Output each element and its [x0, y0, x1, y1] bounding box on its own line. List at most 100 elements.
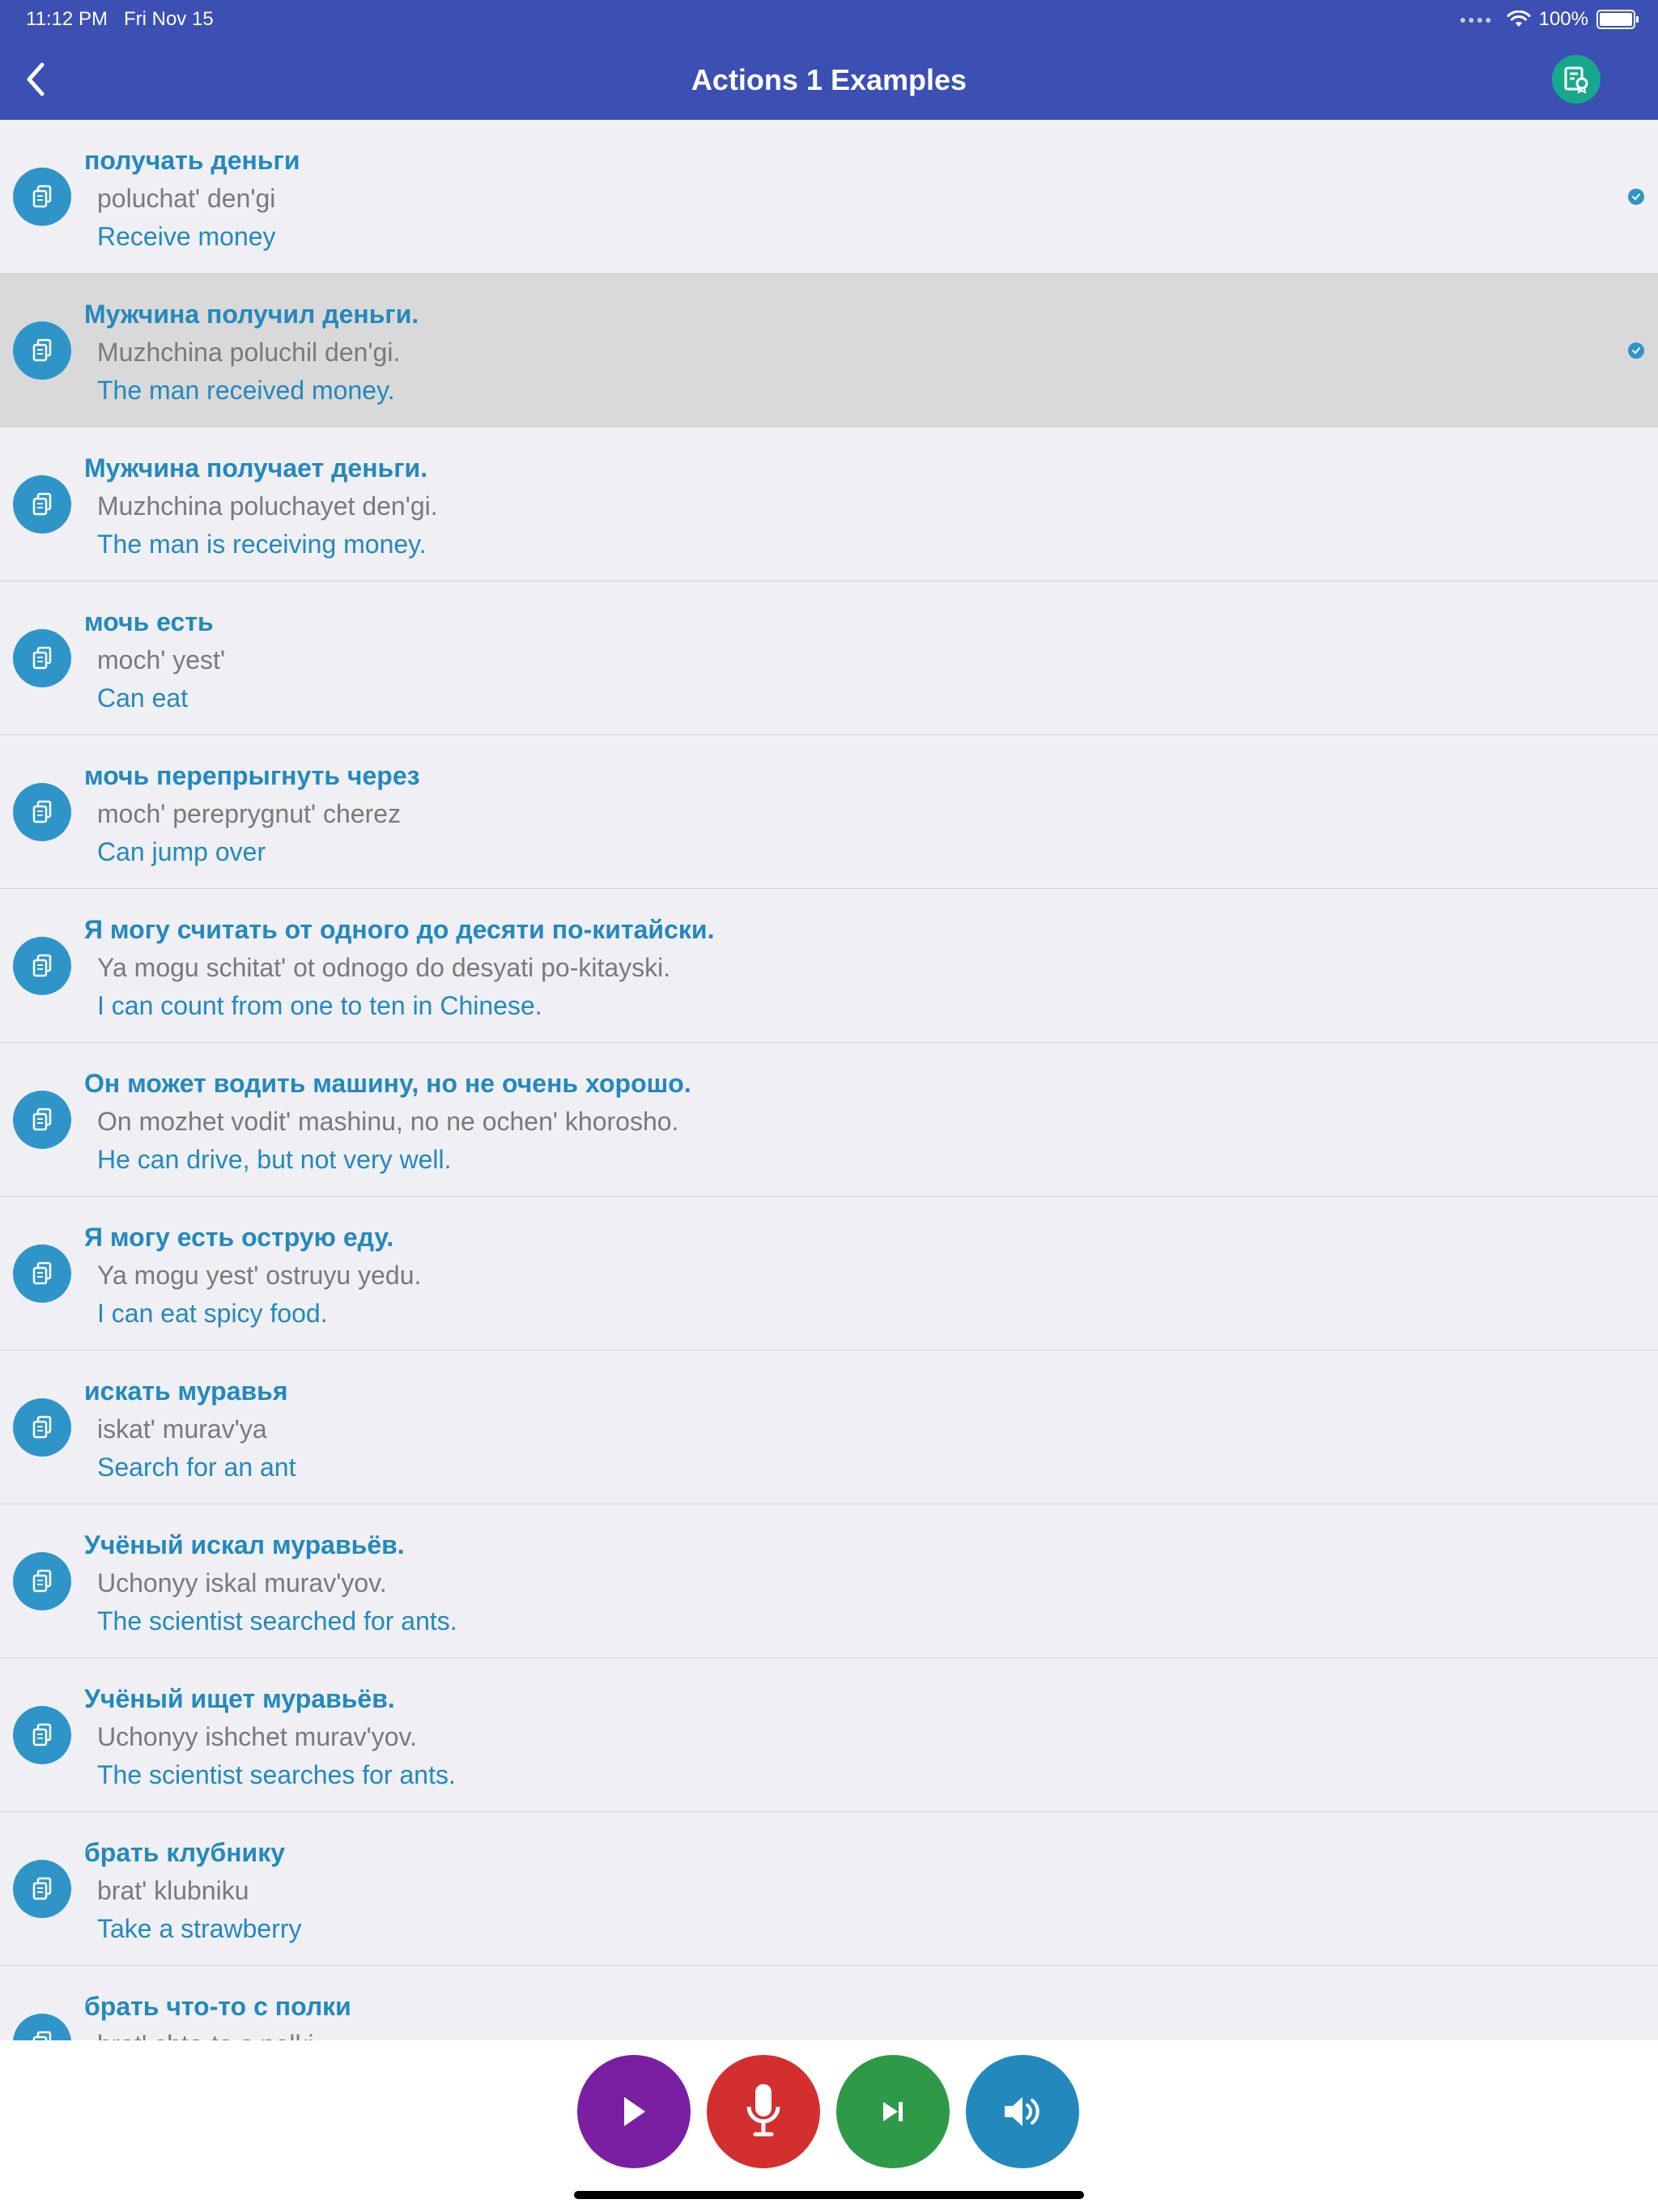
- list-item[interactable]: Мужчина получает деньги. Muzhchina poluch…: [0, 428, 1658, 581]
- certificate-icon: [1564, 66, 1588, 94]
- english-translation: I can count from one to ten in Chinese.: [97, 991, 542, 1020]
- russian-text: Учёный искал муравьёв.: [84, 1530, 405, 1559]
- transliteration-text: Muzhchina poluchayet den'gi.: [97, 491, 438, 521]
- english-translation: Receive money: [97, 222, 276, 251]
- copy-icon: [32, 185, 52, 207]
- copy-icon: [32, 800, 52, 823]
- skip-next-icon: [883, 2102, 903, 2121]
- checkmark-icon: [1632, 347, 1640, 354]
- list-item[interactable]: брать клубнику brat' klubniku Take a straw…: [0, 1812, 1658, 1966]
- transliteration-text: moch' pereprygnut' cherez: [97, 799, 402, 828]
- list-item[interactable]: искать муравья iskat' murav'ya Search for …: [0, 1351, 1658, 1504]
- list-item[interactable]: Я могу считать от одного до десяти по-ки…: [0, 889, 1658, 1043]
- wifi-icon: [1507, 11, 1531, 27]
- copy-icon: [32, 1723, 52, 1746]
- english-translation: Take a strawberry: [97, 1914, 302, 1943]
- english-translation: The man is receiving money.: [97, 530, 427, 559]
- copy-button[interactable]: [13, 628, 71, 687]
- copy-icon: [32, 954, 52, 976]
- russian-text: получать деньги: [84, 146, 300, 175]
- transliteration-text: Ya mogu schitat' ot odnogo do desyati po…: [97, 953, 671, 982]
- copy-icon: [32, 1569, 52, 1592]
- home-indicator: [574, 2191, 1084, 2199]
- copy-icon: [32, 1877, 52, 1899]
- copy-button[interactable]: [13, 321, 71, 380]
- status-date: Fri Nov 15: [123, 8, 214, 30]
- battery-icon: [1596, 10, 1639, 29]
- russian-text: Я могу считать от одного до десяти по-ки…: [84, 915, 715, 944]
- copy-button[interactable]: [13, 2013, 71, 2040]
- transliteration-text: Uchonyy iskal murav'yov.: [97, 1568, 387, 1597]
- completed-check: [1628, 342, 1644, 359]
- certificate-button[interactable]: [1552, 55, 1601, 104]
- status-clock: 11:12 PM: [26, 8, 108, 30]
- copy-icon: [32, 1261, 52, 1284]
- russian-text: Я могу есть острую еду.: [84, 1223, 394, 1252]
- microphone-icon: [746, 2084, 780, 2137]
- copy-icon: [32, 1108, 52, 1130]
- copy-button[interactable]: [13, 1090, 71, 1149]
- transliteration-text: Muzhchina poluchil den'gi.: [97, 338, 401, 367]
- copy-icon: [32, 2031, 52, 2040]
- copy-button[interactable]: [13, 1705, 71, 1764]
- english-translation: Search for an ant: [97, 1453, 296, 1482]
- copy-button[interactable]: [13, 782, 71, 841]
- checkmark-icon: [1632, 193, 1640, 200]
- russian-text: Мужчина получил деньги.: [84, 300, 419, 329]
- page-title: Actions 1 Examples: [691, 63, 967, 96]
- copy-button[interactable]: [13, 474, 71, 534]
- copy-button[interactable]: [13, 1551, 71, 1610]
- list-item[interactable]: Он может водить машину, но не очень хоро…: [0, 1043, 1658, 1197]
- navigation-bar: Actions 1 Examples: [0, 39, 1658, 120]
- playback-controls: [0, 2040, 1658, 2212]
- transliteration-text: Ya mogu yest' ostruyu yedu.: [97, 1261, 422, 1290]
- transliteration-text: iskat' murav'ya: [97, 1414, 267, 1444]
- russian-text: Мужчина получает деньги.: [84, 453, 428, 483]
- play-icon: [624, 2097, 645, 2126]
- play-button[interactable]: [577, 2055, 691, 2168]
- list-item[interactable]: мочь есть moch' yest' Can eat: [0, 581, 1658, 735]
- russian-text: Учёный ищет муравьёв.: [84, 1684, 395, 1713]
- speaker-button[interactable]: [966, 2055, 1079, 2168]
- copy-icon: [32, 338, 52, 361]
- transliteration-text: Uchonyy ishchet murav'yov.: [97, 1722, 417, 1751]
- signal-dots-icon: ●●●●: [1459, 13, 1494, 26]
- list-item[interactable]: Учёный ищет муравьёв. Uchonyy ishchet mur…: [0, 1658, 1658, 1812]
- copy-icon: [32, 492, 52, 515]
- list-item[interactable]: брать что-то с полки brat' chto-to s polk…: [0, 1966, 1658, 2040]
- status-right: ●●●● 100%: [1459, 8, 1639, 31]
- copy-button[interactable]: [13, 936, 71, 995]
- english-translation: I can eat spicy food.: [97, 1299, 328, 1328]
- copy-button[interactable]: [13, 1397, 71, 1457]
- copy-button[interactable]: [13, 1859, 71, 1918]
- list-item[interactable]: Мужчина получил деньги. Muzhchina poluchi…: [0, 274, 1658, 428]
- english-translation: He can drive, but not very well.: [97, 1145, 452, 1174]
- list-item[interactable]: Учёный искал муравьёв. Uchonyy iskal mura…: [0, 1504, 1658, 1658]
- list-item[interactable]: Я могу есть острую еду. Ya mogu yest' ost…: [0, 1197, 1658, 1351]
- record-button[interactable]: [707, 2055, 820, 2168]
- transliteration-text: On mozhet vodit' mashinu, no ne ochen' k…: [97, 1107, 679, 1136]
- transliteration-text: brat' klubniku: [97, 1876, 249, 1905]
- copy-button[interactable]: [13, 1244, 71, 1303]
- copy-icon: [32, 1415, 52, 1438]
- russian-text: брать клубнику: [84, 1838, 286, 1867]
- english-translation: The scientist searches for ants.: [97, 1760, 456, 1789]
- russian-text: мочь перепрыгнуть через: [84, 761, 420, 790]
- status-time: 11:12 PM Fri Nov 15: [26, 8, 214, 31]
- russian-text: искать муравья: [84, 1376, 288, 1406]
- russian-text: брать что-то с полки: [84, 1992, 351, 2021]
- battery-percent: 100%: [1538, 8, 1588, 30]
- list-item[interactable]: получать деньги poluchat' den'gi Receive m…: [0, 120, 1658, 274]
- copy-button[interactable]: [13, 167, 71, 226]
- skip-next-button[interactable]: [836, 2055, 950, 2168]
- examples-list[interactable]: получать деньги poluchat' den'gi Receive m…: [0, 120, 1658, 2040]
- status-bar: 11:12 PM Fri Nov 15 ●●●● 100%: [0, 0, 1658, 39]
- russian-text: Он может водить машину, но не очень хоро…: [84, 1069, 691, 1098]
- english-translation: The man received money.: [97, 376, 395, 405]
- english-translation: Can eat: [97, 683, 189, 713]
- speaker-icon: [1005, 2097, 1039, 2126]
- transliteration-text: brat' chto-to s polki: [97, 2030, 314, 2040]
- list-item[interactable]: мочь перепрыгнуть через moch' pereprygnut…: [0, 735, 1658, 889]
- english-translation: The scientist searched for ants.: [97, 1606, 457, 1636]
- english-translation: Can jump over: [97, 837, 266, 866]
